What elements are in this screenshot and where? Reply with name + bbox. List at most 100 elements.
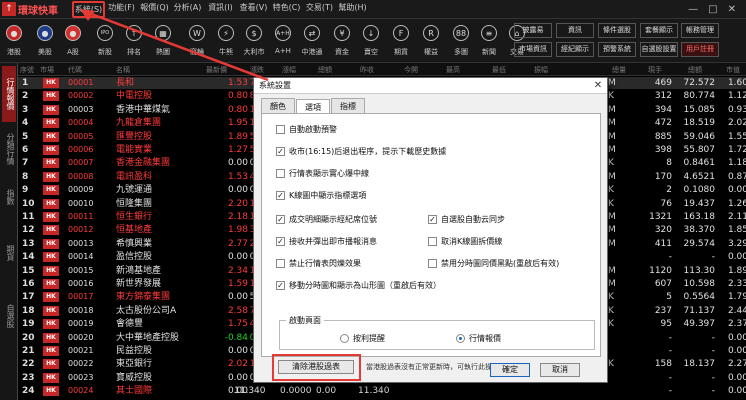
menu-item-8[interactable]: 幫助(H) — [336, 1, 369, 18]
toolbar-right-button-8[interactable]: 自選股設置 — [640, 42, 678, 57]
column-header[interactable]: 名稱 — [116, 65, 130, 75]
toolbar-right-button-0[interactable]: 披露易 — [514, 23, 552, 38]
dialog-close-icon[interactable]: ✕ — [589, 80, 607, 91]
cell-num: 6 — [22, 145, 29, 155]
column-header[interactable]: 現手 — [648, 65, 662, 75]
menu-item-5[interactable]: 查看(V) — [237, 1, 270, 18]
close-icon[interactable]: ✕ — [728, 4, 736, 15]
toolbar-item-1[interactable]: ● 美股 — [32, 19, 58, 57]
toolbar-item-12[interactable]: ↓ 賣空 — [358, 19, 384, 57]
ok-button[interactable]: 確定 — [490, 363, 530, 377]
dialog-titlebar: 系統設置 ✕ — [254, 78, 607, 94]
table-row[interactable]: 24 HK 00024 其士國際 0.00 11.340 0.0000 0.00 11.340 -… — [18, 385, 746, 397]
menu-item-4[interactable]: 資訊(I) — [204, 1, 237, 18]
column-header[interactable]: 昨收 — [360, 65, 374, 75]
cell-v4: M — [608, 238, 616, 249]
column-header[interactable]: 漲幅 — [282, 65, 296, 75]
sidebar-tab-1[interactable]: 分類行情 — [2, 127, 16, 171]
menu-item-3[interactable]: 分析(A) — [171, 1, 204, 18]
toolbar-item-3[interactable]: IPO 新股 — [92, 19, 118, 57]
toolbar-item-2[interactable]: ● A股 — [60, 19, 86, 57]
toolbar-right-button-7[interactable]: 預警系統 — [598, 42, 636, 57]
toolbar-right-button-1[interactable]: 資訊 — [556, 23, 594, 38]
clear-hk-table-button[interactable]: 清除港股過表 — [278, 360, 354, 374]
toolbar-item-14[interactable]: R 權益 — [418, 19, 444, 57]
cell-r2: - — [711, 372, 715, 383]
cell-r3: 2.11 — [727, 212, 746, 222]
option-checkbox[interactable]: 自動啟動預警 — [276, 124, 337, 135]
startup-radio-1[interactable]: 行情報價 — [456, 333, 501, 344]
column-header[interactable]: 代碼 — [68, 65, 82, 75]
ranking-icon: ↑ — [126, 25, 142, 41]
menu-item-7[interactable]: 交易(T) — [303, 1, 336, 18]
option-checkbox[interactable]: ✓ 成交明細顯示經紀席位號 — [276, 214, 377, 225]
cell-mkt: HK — [43, 346, 59, 356]
toolbar-right-button-4[interactable]: 帳務管理 — [681, 23, 719, 38]
option-checkbox[interactable]: ✓ 移動分時圖和顯示為山形圖（重啟后有效） — [276, 280, 441, 291]
cell-name: 東亞銀行 — [116, 359, 153, 370]
cell-num: 24 — [22, 386, 35, 397]
column-header[interactable]: 市場 — [40, 65, 54, 75]
toolbar-item-10[interactable]: ⇄ 中港通 — [299, 19, 325, 57]
toolbar-item-6[interactable]: W 窩輪 — [184, 19, 210, 57]
option-checkbox[interactable]: 取消K線圖拆價線 — [428, 236, 502, 247]
toolbar-item-8[interactable]: $ 大利市 — [241, 19, 267, 57]
dialog-tab-0[interactable]: 顏色 — [261, 98, 295, 114]
sidebar-tab-0[interactable]: 行情報價 — [2, 66, 16, 122]
minimize-icon[interactable]: — — [688, 4, 698, 15]
column-header[interactable]: 最新價 — [206, 65, 227, 75]
option-checkbox[interactable]: 禁止行情表閃爍效果 — [276, 258, 361, 269]
us-flag-icon: ● — [37, 25, 53, 41]
short-sell-icon: ↓ — [363, 25, 379, 41]
sidebar-tab-4[interactable]: 自選股 — [2, 289, 16, 343]
dialog-tabs: 顏色 選項 指標 — [261, 98, 366, 115]
toolbar-right-button-3[interactable]: 套餐顯示 — [640, 23, 678, 38]
menu-item-2[interactable]: 報價(Q) — [138, 1, 171, 18]
column-header[interactable]: 最低 — [492, 65, 506, 75]
cell-code: 00010 — [68, 198, 94, 208]
column-header[interactable]: 市值 — [726, 65, 740, 75]
toolbar-item-7[interactable]: ⚡ 牛熊 — [213, 19, 239, 57]
cell-code: 00005 — [68, 131, 94, 141]
toolbar-item-11[interactable]: ¥ 資金 — [329, 19, 355, 57]
option-checkbox[interactable]: ✓ 收市(16:15)后退出程序，提示下載歷史數據 — [276, 146, 446, 157]
column-header[interactable]: 總額 — [318, 65, 332, 75]
toolbar-right-button-5[interactable]: 市場資訊 — [514, 42, 552, 57]
toolbar-item-13[interactable]: F 期貨 — [388, 19, 414, 57]
column-header[interactable]: 漲跌 — [250, 65, 264, 75]
toolbar-item-16[interactable]: ≡ 新聞 — [476, 19, 502, 57]
toolbar-right-button-6[interactable]: 經紀顯示 — [556, 42, 594, 57]
column-header[interactable]: 總額 — [688, 65, 702, 75]
toolbar-item-15[interactable]: 88 多圖 — [448, 19, 474, 57]
toolbar-item-9[interactable]: A+H A+H — [270, 19, 296, 55]
toolbar-item-4[interactable]: ↑ 排名 — [121, 19, 147, 57]
menu-item-0[interactable]: 系統(S) — [72, 0, 105, 18]
menu-item-6[interactable]: 特色(C) — [270, 1, 303, 18]
column-header[interactable]: 最高 — [446, 65, 460, 75]
column-header[interactable]: 振幅 — [534, 65, 548, 75]
cell-code: 00009 — [68, 185, 94, 195]
startup-radio-0[interactable]: 按利提醒 — [340, 333, 385, 344]
maximize-icon[interactable]: □ — [708, 4, 717, 15]
sidebar-tab-3[interactable]: 期貨 — [2, 225, 16, 281]
toolbar-right-button-9[interactable]: 用戶註冊 — [681, 42, 719, 57]
cell-name: 東方錦泰集團 — [116, 292, 171, 303]
column-header[interactable]: 今開 — [404, 65, 418, 75]
toolbar-item-5[interactable]: ▦ 熱圖 — [150, 19, 176, 57]
option-checkbox[interactable]: ✓ 接收并彈出即市播報消息 — [276, 236, 377, 247]
option-checkbox[interactable]: ✓ K線圖中顯示指標選項 — [276, 190, 366, 201]
cell-r1: - — [668, 332, 672, 343]
column-header[interactable]: 總量 — [612, 65, 626, 75]
toolbar-item-0[interactable]: ● 港股 — [1, 19, 27, 57]
cell-r2: 80.774 — [683, 91, 716, 102]
toolbar-right-button-2[interactable]: 條件選股 — [598, 23, 636, 38]
cell-r2: - — [711, 346, 715, 356]
option-checkbox[interactable]: 行情表顯示實心爆中線 — [276, 168, 369, 179]
cancel-button[interactable]: 取消 — [540, 363, 580, 377]
column-header[interactable]: 序號 — [20, 65, 34, 75]
menu-item-1[interactable]: 功能(F) — [105, 1, 138, 18]
option-checkbox[interactable]: 禁用分時圖同價黑點(重啟后有效) — [428, 258, 559, 269]
sidebar-tab-2[interactable]: 指數 — [2, 175, 16, 219]
option-checkbox[interactable]: ✓ 自選股自動云同步 — [428, 214, 505, 225]
dialog-tab-2[interactable]: 指標 — [331, 98, 365, 114]
